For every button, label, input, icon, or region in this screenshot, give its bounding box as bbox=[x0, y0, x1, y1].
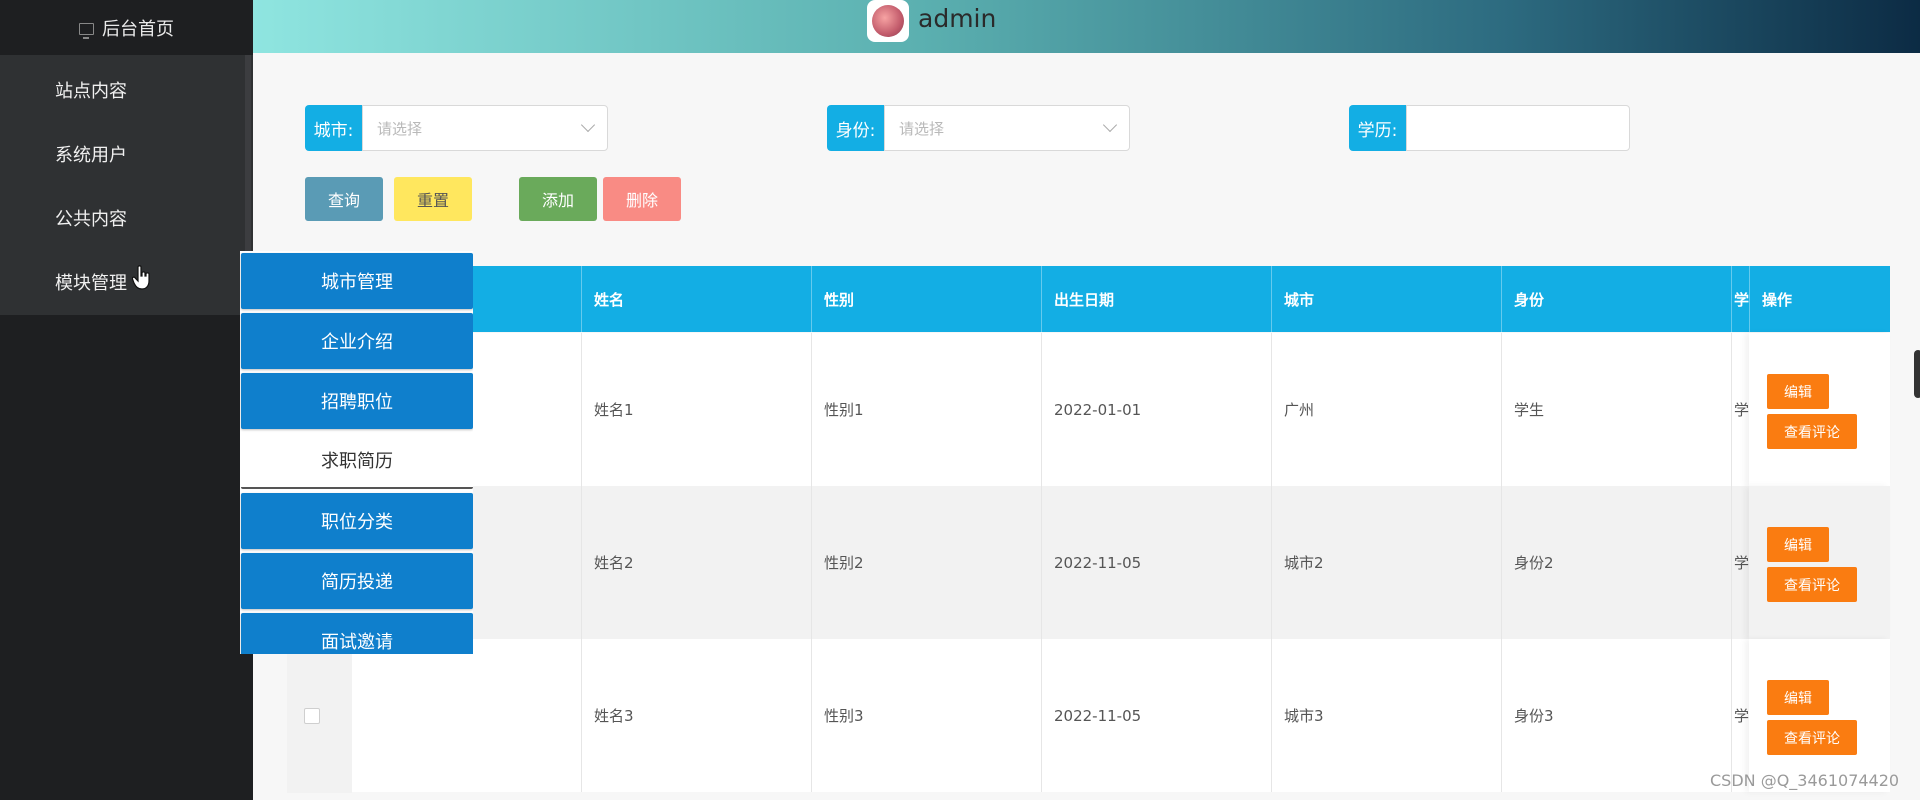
table-cell-birth: 2022-11-05 bbox=[1041, 639, 1271, 792]
watermark: CSDN @Q_3461074420 bbox=[1710, 771, 1900, 790]
table-cell-actions: 编辑 查看评论 bbox=[1749, 486, 1890, 639]
reset-button[interactable]: 重置 bbox=[394, 177, 472, 221]
city-select-placeholder: 请选择 bbox=[377, 119, 423, 138]
submenu-item-resumes[interactable]: 求职简历 bbox=[241, 433, 473, 489]
submenu-item-city-management[interactable]: 城市管理 bbox=[241, 253, 473, 309]
table-header-name[interactable]: 姓名 bbox=[581, 266, 811, 332]
table-cell-actions: 编辑 查看评论 bbox=[1749, 333, 1890, 486]
sidebar-item-module-management[interactable]: 模块管理 bbox=[0, 250, 245, 314]
table-header-city[interactable]: 城市 bbox=[1271, 266, 1501, 332]
view-comments-button[interactable]: 查看评论 bbox=[1767, 414, 1857, 449]
sidebar-item-label: 站点内容 bbox=[55, 81, 127, 102]
table-row: 姓名3 性别3 2022-11-05 城市3 身份3 学 编辑 查看评论 bbox=[287, 639, 1890, 792]
edit-button[interactable]: 编辑 bbox=[1767, 680, 1829, 715]
sidebar-item-home[interactable]: 后台首页 bbox=[0, 0, 253, 55]
table-header-actions: 操作 bbox=[1749, 266, 1890, 332]
submenu-item-job-positions[interactable]: 招聘职位 bbox=[241, 373, 473, 429]
sidebar-item-public-content[interactable]: 公共内容 bbox=[0, 186, 245, 250]
identity-select-placeholder: 请选择 bbox=[899, 119, 945, 138]
table-cell-identity: 学生 bbox=[1501, 333, 1731, 486]
sidebar-item-system-users[interactable]: 系统用户 bbox=[0, 122, 245, 186]
table-cell-birth: 2022-01-01 bbox=[1041, 333, 1271, 486]
row-select-gutter bbox=[287, 640, 352, 793]
table-cell-actions: 编辑 查看评论 bbox=[1749, 639, 1890, 792]
table-cell-identity: 身份2 bbox=[1501, 486, 1731, 639]
table-cell-city: 城市2 bbox=[1271, 486, 1501, 639]
table-header-identity[interactable]: 身份 bbox=[1501, 266, 1731, 332]
username: admin bbox=[918, 4, 997, 33]
table-cell-city: 广州 bbox=[1271, 333, 1501, 486]
sidebar-item-site-content[interactable]: 站点内容 bbox=[0, 58, 245, 122]
city-label: 城市: bbox=[305, 105, 362, 151]
table-row: 姓名2 性别2 2022-11-05 城市2 身份2 学 编辑 查看评论 bbox=[287, 486, 1890, 639]
table-cell-name: 姓名2 bbox=[581, 486, 811, 639]
table-header-gender[interactable]: 性别 bbox=[811, 266, 1041, 332]
table-header-education[interactable]: 学 bbox=[1731, 266, 1749, 332]
chevron-down-icon bbox=[580, 117, 596, 133]
table-cell-education: 学 bbox=[1731, 486, 1749, 639]
edit-button[interactable]: 编辑 bbox=[1767, 374, 1829, 409]
sidebar-item-label: 模块管理 bbox=[55, 273, 127, 294]
sidebar-home-label: 后台首页 bbox=[102, 18, 174, 40]
module-submenu: 城市管理 企业介绍 招聘职位 求职简历 职位分类 简历投递 面试邀请 bbox=[240, 251, 473, 654]
table-cell-name: 姓名3 bbox=[581, 639, 811, 792]
top-header: admin bbox=[253, 0, 1920, 53]
submenu-item-job-categories[interactable]: 职位分类 bbox=[241, 493, 473, 549]
delete-button[interactable]: 删除 bbox=[603, 177, 681, 221]
table-row: 姓名1 性别1 2022-01-01 广州 学生 学 编辑 查看评论 bbox=[287, 333, 1890, 486]
sidebar: 后台首页 站点内容 系统用户 公共内容 模块管理 bbox=[0, 0, 253, 800]
row-checkbox[interactable] bbox=[304, 708, 320, 724]
table-cell-city: 城市3 bbox=[1271, 639, 1501, 792]
table-cell-name: 姓名1 bbox=[581, 333, 811, 486]
table-cell-gender: 性别3 bbox=[811, 639, 1041, 792]
hand-cursor-icon bbox=[132, 265, 150, 290]
sidebar-item-label: 系统用户 bbox=[55, 145, 127, 166]
table-cell-gender: 性别1 bbox=[811, 333, 1041, 486]
table-cell-gender: 性别2 bbox=[811, 486, 1041, 639]
query-button[interactable]: 查询 bbox=[305, 177, 383, 221]
submenu-item-interview-invite[interactable]: 面试邀请 bbox=[241, 613, 473, 654]
table-header: 姓名 性别 出生日期 城市 身份 学 操作 bbox=[287, 266, 1890, 332]
view-comments-button[interactable]: 查看评论 bbox=[1767, 720, 1857, 755]
page-scrollbar[interactable] bbox=[1914, 350, 1920, 398]
table-cell-education: 学 bbox=[1731, 639, 1749, 792]
edit-button[interactable]: 编辑 bbox=[1767, 527, 1829, 562]
add-button[interactable]: 添加 bbox=[519, 177, 597, 221]
table-cell-identity: 身份3 bbox=[1501, 639, 1731, 792]
education-input[interactable] bbox=[1406, 105, 1630, 151]
education-label: 学历: bbox=[1349, 105, 1406, 151]
chevron-down-icon bbox=[1102, 117, 1118, 133]
submenu-item-company-intro[interactable]: 企业介绍 bbox=[241, 313, 473, 369]
sidebar-item-label: 公共内容 bbox=[55, 209, 127, 230]
submenu-item-resume-delivery[interactable]: 简历投递 bbox=[241, 553, 473, 609]
identity-select[interactable]: 请选择 bbox=[884, 105, 1130, 151]
avatar[interactable] bbox=[867, 0, 909, 42]
data-table: 姓名 性别 出生日期 城市 身份 学 操作 姓名1 性别1 2022-01-01… bbox=[287, 266, 1890, 800]
identity-label: 身份: bbox=[827, 105, 884, 151]
table-cell-education: 学 bbox=[1731, 333, 1749, 486]
table-cell-birth: 2022-11-05 bbox=[1041, 486, 1271, 639]
monitor-icon bbox=[79, 22, 94, 39]
view-comments-button[interactable]: 查看评论 bbox=[1767, 567, 1857, 602]
table-header-birth[interactable]: 出生日期 bbox=[1041, 266, 1271, 332]
avatar-image bbox=[872, 5, 904, 37]
city-select[interactable]: 请选择 bbox=[362, 105, 608, 151]
